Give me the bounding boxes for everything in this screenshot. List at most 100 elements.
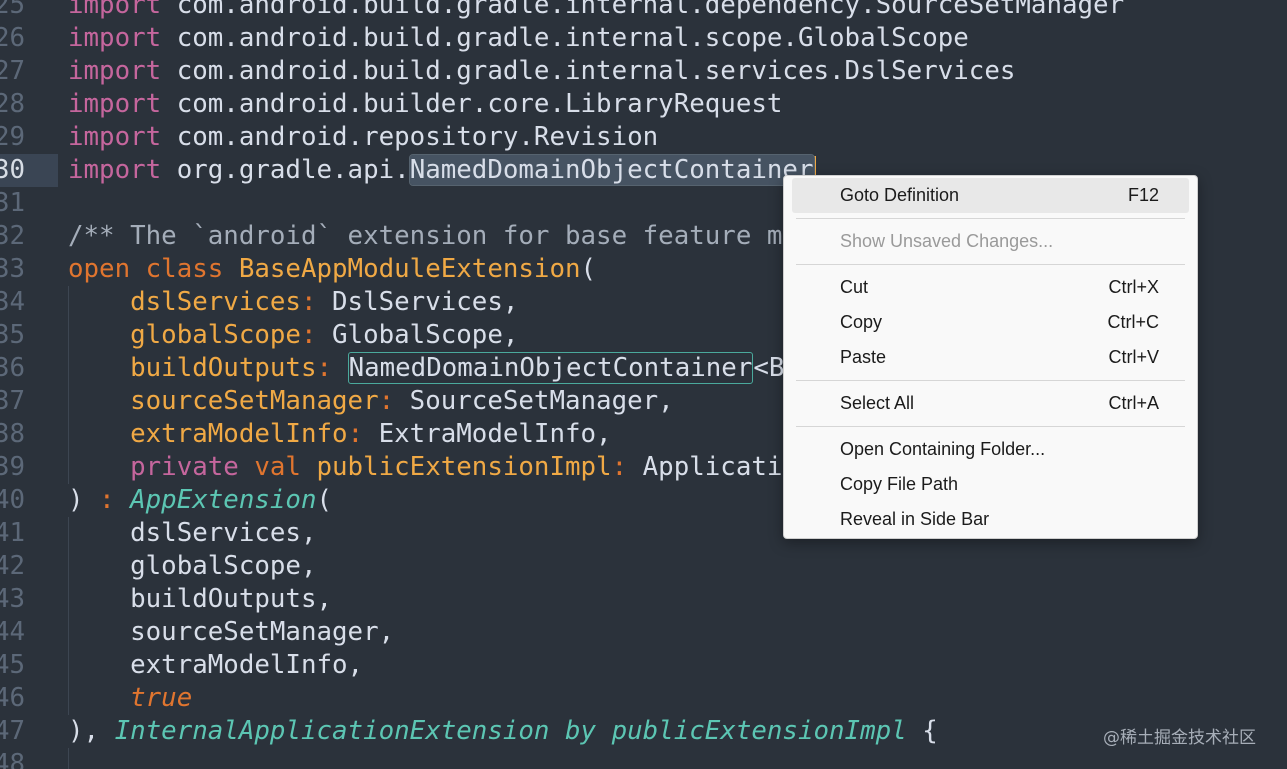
code-token: sourceSetManager,: [68, 617, 395, 647]
line-number: 34: [0, 287, 26, 317]
menu-separator: [796, 264, 1185, 265]
code-token: SourceSetManager,: [394, 386, 674, 416]
line-number: 31: [0, 188, 26, 218]
menu-item-goto-definition[interactable]: Goto Definition F12: [792, 178, 1189, 213]
menu-item-shortcut: Ctrl+X: [1108, 277, 1159, 297]
line-code[interactable]: sourceSetManager: SourceSetManager,: [68, 385, 674, 418]
line-code[interactable]: extraModelInfo: ExtraModelInfo,: [68, 418, 611, 451]
line-code[interactable]: true: [68, 682, 192, 715]
line-number: 41: [0, 518, 26, 548]
menu-item-label: Goto Definition: [840, 185, 960, 205]
indent-guide: [68, 748, 69, 769]
code-line[interactable]: 26 import com.android.build.gradle.intern…: [0, 22, 1287, 55]
menu-item-copy-file-path[interactable]: Copy File Path: [792, 467, 1189, 502]
code-line[interactable]: 28 import com.android.builder.core.Librar…: [0, 88, 1287, 121]
line-code[interactable]: buildOutputs,: [68, 583, 332, 616]
line-code[interactable]: open class BaseAppModuleExtension(: [68, 253, 596, 286]
line-code[interactable]: extraModelInfo,: [68, 649, 363, 682]
code-token: com.android.build.gradle.internal.depend…: [161, 0, 1125, 20]
line-number: 25: [0, 0, 26, 20]
line-code[interactable]: import com.android.build.gradle.internal…: [68, 22, 969, 55]
line-number: 39: [0, 452, 26, 482]
line-code[interactable]: /** The `android` extension for base fea…: [68, 220, 782, 253]
menu-item-open-containing-folder[interactable]: Open Containing Folder...: [792, 432, 1189, 467]
menu-item-paste[interactable]: Paste Ctrl+V: [792, 340, 1189, 375]
code-token: val: [254, 452, 301, 482]
code-line[interactable]: 25 import com.android.build.gradle.intern…: [0, 0, 1287, 22]
line-number: 48: [0, 749, 26, 769]
code-token: com.android.build.gradle.internal.servic…: [161, 56, 1016, 86]
menu-item-label: Copy: [840, 312, 883, 332]
code-line[interactable]: 43 buildOutputs,: [0, 583, 1287, 616]
line-number: 33: [0, 254, 26, 284]
code-line[interactable]: 29 import com.android.repository.Revision: [0, 121, 1287, 154]
code-token: class: [145, 254, 224, 284]
code-line[interactable]: 42 globalScope,: [0, 550, 1287, 583]
code-token: :: [300, 287, 317, 317]
menu-item-copy[interactable]: Copy Ctrl+C: [792, 305, 1189, 340]
line-number: 46: [0, 683, 26, 713]
menu-item-shortcut: Ctrl+A: [1108, 393, 1159, 413]
code-token: :: [316, 353, 333, 383]
line-number: 32: [0, 221, 26, 251]
line-code[interactable]: buildOutputs: NamedDomainObjectContainer…: [68, 352, 784, 385]
line-code[interactable]: ), InternalApplicationExtension by publi…: [68, 715, 938, 748]
code-token: NamedDomainObjectContainer: [408, 154, 815, 186]
code-token: :: [99, 485, 115, 515]
line-code[interactable]: ) : AppExtension(: [68, 484, 332, 517]
menu-item-reveal-in-side-bar[interactable]: Reveal in Side Bar: [792, 502, 1189, 537]
line-code[interactable]: globalScope,: [68, 550, 316, 583]
menu-item-label: Select All: [840, 393, 915, 413]
code-token: <B: [753, 353, 785, 383]
code-line[interactable]: 27 import com.android.build.gradle.intern…: [0, 55, 1287, 88]
code-token: dslServices,: [68, 518, 317, 548]
menu-item-show-unsaved-changes[interactable]: Show Unsaved Changes...: [792, 224, 1189, 259]
menu-item-cut[interactable]: Cut Ctrl+X: [792, 270, 1189, 305]
context-menu[interactable]: Goto Definition F12 Show Unsaved Changes..…: [783, 175, 1198, 539]
line-code[interactable]: import org.gradle.api.NamedDomainObjectC…: [68, 154, 816, 187]
code-token: globalScope: [130, 320, 301, 350]
code-token: NamedDomainObjectContainer: [347, 352, 754, 384]
code-token: import: [68, 89, 162, 119]
code-line[interactable]: 45 extraModelInfo,: [0, 649, 1287, 682]
code-line[interactable]: 46 true: [0, 682, 1287, 715]
line-code[interactable]: private val publicExtensionImpl: Applica…: [68, 451, 782, 484]
code-token: import: [68, 23, 162, 53]
line-code[interactable]: import com.android.repository.Revision: [68, 121, 658, 154]
code-token: InternalApplicationExtension: [114, 716, 550, 746]
line-number: 38: [0, 419, 26, 449]
code-token: buildOutputs: [130, 353, 317, 383]
menu-item-label: Copy File Path: [840, 474, 959, 494]
line-number: 45: [0, 650, 26, 680]
code-token: /** The `android` extension for base fea…: [68, 221, 783, 251]
line-code[interactable]: globalScope: GlobalScope,: [68, 319, 518, 352]
menu-item-select-all[interactable]: Select All Ctrl+A: [792, 386, 1189, 421]
menu-item-label: Cut: [840, 277, 869, 297]
code-token: GlobalScope,: [316, 320, 519, 350]
line-code[interactable]: sourceSetManager,: [68, 616, 394, 649]
code-line[interactable]: 48: [0, 748, 1287, 769]
code-token: open: [68, 254, 131, 284]
code-token: Applicati: [627, 452, 783, 482]
line-code[interactable]: import com.android.build.gradle.internal…: [68, 55, 1015, 88]
code-line[interactable]: 44 sourceSetManager,: [0, 616, 1287, 649]
line-number: 27: [0, 56, 26, 86]
code-editor[interactable]: 25 import com.android.build.gradle.intern…: [0, 0, 1287, 769]
line-code[interactable]: import com.android.builder.core.LibraryR…: [68, 88, 782, 121]
line-code[interactable]: import com.android.build.gradle.internal…: [68, 0, 1124, 22]
line-number: 37: [0, 386, 26, 416]
code-token: com.android.builder.core.LibraryRequest: [161, 89, 783, 119]
code-line[interactable]: 47), InternalApplicationExtension by pub…: [0, 715, 1287, 748]
menu-separator: [796, 426, 1185, 427]
line-code[interactable]: dslServices: DslServices,: [68, 286, 518, 319]
code-token: (: [580, 254, 597, 284]
code-token: dslServices: [130, 287, 301, 317]
line-code[interactable]: dslServices,: [68, 517, 317, 550]
menu-item-shortcut: Ctrl+C: [1107, 312, 1159, 332]
